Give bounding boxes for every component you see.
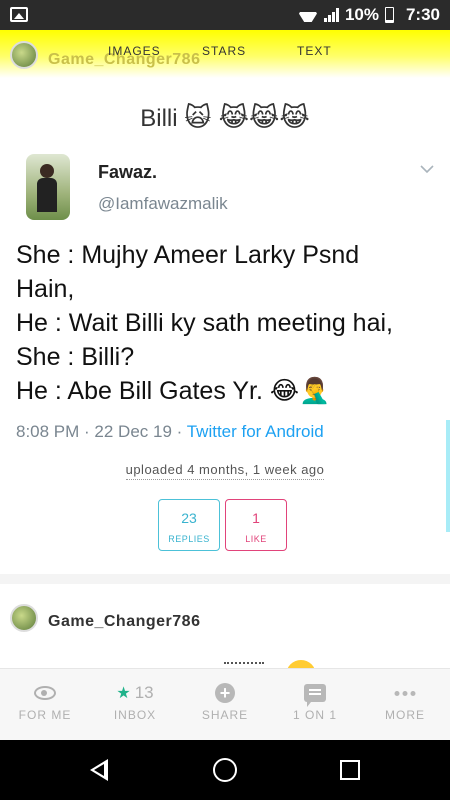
- avatar[interactable]: [10, 604, 38, 632]
- post-card[interactable]: Billi 🙀 😹😹😹 Fawaz. @Iamfawazmalik She : …: [0, 78, 450, 574]
- nav-label: FOR ME: [18, 708, 72, 722]
- like-button[interactable]: 1 LIKE: [225, 499, 287, 551]
- tweet-author-name: Fawaz.: [98, 162, 158, 182]
- likes-count: 1: [252, 510, 260, 526]
- next-post-caption-peek: [224, 662, 264, 666]
- gallery-icon: [10, 7, 28, 22]
- home-icon[interactable]: [213, 758, 237, 782]
- nav-for-me[interactable]: FOR ME: [0, 669, 90, 740]
- nav-share[interactable]: + SHARE: [180, 669, 270, 740]
- nav-1-on-1[interactable]: 1 ON 1: [270, 669, 360, 740]
- nav-more[interactable]: MORE: [360, 669, 450, 740]
- tweet-author-handle: @Iamfawazmalik: [98, 194, 228, 213]
- chevron-down-icon: [420, 165, 434, 174]
- nav-label: 1 ON 1: [292, 708, 337, 722]
- nav-inbox[interactable]: ★ 13 INBOX: [90, 669, 180, 740]
- bottom-nav: FOR ME ★ 13 INBOX + SHARE 1 ON 1 MORE: [0, 668, 450, 740]
- tweet-line: Hain,: [16, 275, 75, 303]
- tweet-source: Twitter for Android: [186, 422, 324, 441]
- wifi-icon: [298, 8, 318, 22]
- tweet-avatar: [26, 154, 70, 220]
- likes-label: LIKE: [245, 534, 267, 544]
- upload-time-text: uploaded 4 months, 1 week ago: [125, 462, 325, 480]
- avatar[interactable]: [10, 41, 38, 69]
- back-icon[interactable]: [88, 758, 112, 782]
- star-icon: ★: [116, 685, 131, 702]
- tab-images[interactable]: IMAGES: [108, 44, 161, 58]
- inbox-count: 13: [134, 683, 154, 702]
- caption-text: Billi: [140, 105, 178, 132]
- battery-percent: 10%: [344, 5, 379, 24]
- battery-icon: [384, 7, 394, 23]
- scrollbar[interactable]: [446, 420, 450, 532]
- system-nav-bar: [0, 740, 450, 800]
- tweet-line: He : Abe Bill Gates Yr. 😂🤦‍♂️: [16, 377, 331, 405]
- tab-stars[interactable]: STARS: [202, 44, 246, 58]
- replies-button[interactable]: 23 REPLIES: [158, 499, 220, 551]
- plus-circle-icon: +: [215, 683, 235, 703]
- more-dots-icon: [394, 690, 416, 696]
- next-post-author[interactable]: Game_Changer786: [48, 613, 200, 631]
- nav-label: INBOX: [113, 708, 157, 722]
- tweet-text: She : Mujhy Ameer Larky Psnd Hain, He : …: [16, 238, 436, 408]
- replies-count: 23: [181, 510, 197, 526]
- tab-text[interactable]: TEXT: [297, 44, 332, 58]
- caption-emoji: 🙀 😹😹😹: [184, 102, 310, 132]
- status-bar: 10% 7:30: [0, 0, 450, 30]
- tweet-meta: 8:08 PM · 22 Dec 19 · Twitter for Androi…: [16, 422, 324, 442]
- nav-label: SHARE: [201, 708, 249, 722]
- tweet-time: 8:08 PM · 22 Dec 19 ·: [16, 422, 187, 441]
- nav-label: MORE: [385, 708, 425, 722]
- tweet-line: She : Billi?: [16, 343, 135, 371]
- post-caption: Billi 🙀 😹😹😹: [0, 102, 450, 133]
- replies-label: REPLIES: [168, 534, 210, 544]
- eye-icon: [34, 686, 56, 700]
- tweet-line: He : Wait Billi ky sath meeting hai,: [16, 309, 393, 337]
- tweet-line: She : Mujhy Ameer Larky Psnd: [16, 241, 360, 269]
- upload-time: uploaded 4 months, 1 week ago: [0, 462, 450, 480]
- clock: 7:30: [405, 5, 440, 24]
- recent-apps-icon[interactable]: [340, 760, 360, 780]
- signal-icon: [323, 8, 339, 22]
- chat-icon: [304, 684, 326, 707]
- tab-strip: Game_Changer786 IMAGES STARS TEXT: [0, 30, 450, 78]
